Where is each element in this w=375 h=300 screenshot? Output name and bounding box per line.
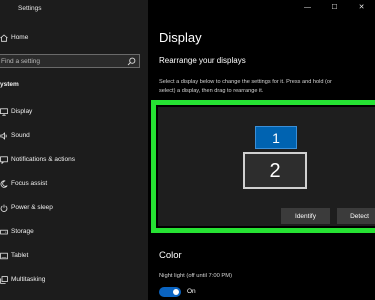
toggle-state-label: On xyxy=(187,288,196,295)
sidebar-item-tablet[interactable]: Tablet xyxy=(0,247,148,265)
color-heading: Color xyxy=(159,250,182,261)
sidebar-item-display[interactable]: Display xyxy=(0,103,148,121)
search-icon[interactable] xyxy=(127,57,136,66)
sidebar-item-sound[interactable]: Sound xyxy=(0,127,148,145)
main-panel: — ☐ ✕ Display Rearrange your displays Se… xyxy=(148,0,375,300)
power-icon xyxy=(0,204,8,212)
close-button[interactable]: ✕ xyxy=(348,2,375,13)
notification-icon xyxy=(0,156,8,164)
home-label: Home xyxy=(11,34,29,41)
sidebar-item-focus-assist[interactable]: Focus assist xyxy=(0,175,148,193)
night-light-toggle[interactable] xyxy=(159,287,181,297)
sidebar-item-label: Power & sleep xyxy=(11,204,53,211)
sidebar-item-label: Multitasking xyxy=(11,276,46,283)
monitor-1[interactable]: 1 xyxy=(255,126,297,149)
sidebar-item-storage[interactable]: Storage xyxy=(0,223,148,241)
sidebar-item-label: Display xyxy=(11,108,33,115)
search-box[interactable] xyxy=(0,54,140,68)
rearrange-heading: Rearrange your displays xyxy=(159,56,246,65)
description-line-2: select) a display, then drag to rearrang… xyxy=(159,88,264,94)
home-icon xyxy=(0,34,8,42)
window-controls: — ☐ ✕ xyxy=(294,2,375,13)
monitor-2-number: 2 xyxy=(269,160,281,182)
night-light-label: Night light (off until 7:00 PM) xyxy=(159,273,233,279)
section-label-system: ystem xyxy=(0,81,19,88)
description-line-1: Select a display below to change the set… xyxy=(159,79,332,85)
search-input[interactable] xyxy=(1,55,119,67)
sidebar-item-label: Focus assist xyxy=(11,180,48,187)
identify-button[interactable]: Identify xyxy=(281,208,330,224)
sidebar-item-label: Sound xyxy=(11,132,30,139)
sidebar: Settings Home ystem Display Sound Notifi… xyxy=(0,0,148,300)
monitor-2[interactable]: 2 xyxy=(243,152,307,189)
sidebar-item-notifications[interactable]: Notifications & actions xyxy=(0,151,148,169)
toggle-knob xyxy=(173,289,179,295)
speaker-icon xyxy=(0,132,8,140)
multitasking-icon xyxy=(0,276,8,284)
sidebar-home[interactable]: Home xyxy=(0,31,148,45)
monitor-1-number: 1 xyxy=(272,130,280,146)
detect-button[interactable]: Detect xyxy=(337,208,375,224)
moon-icon xyxy=(0,180,8,188)
tablet-icon xyxy=(0,252,8,260)
display-arrangement-canvas[interactable]: 1 2 Identify Detect xyxy=(158,107,375,226)
sidebar-item-multitasking[interactable]: Multitasking xyxy=(0,271,148,289)
storage-icon xyxy=(0,228,8,236)
page-title: Display xyxy=(159,30,202,45)
maximize-button[interactable]: ☐ xyxy=(321,2,348,13)
app-title: Settings xyxy=(18,5,42,12)
rearrange-description: Select a display below to change the set… xyxy=(159,78,375,96)
monitor-icon xyxy=(0,108,8,116)
minimize-button[interactable]: — xyxy=(294,2,321,13)
sidebar-item-label: Storage xyxy=(11,228,34,235)
sidebar-item-label: Tablet xyxy=(11,252,29,259)
sidebar-item-label: Notifications & actions xyxy=(11,156,75,163)
sidebar-item-power-sleep[interactable]: Power & sleep xyxy=(0,199,148,217)
